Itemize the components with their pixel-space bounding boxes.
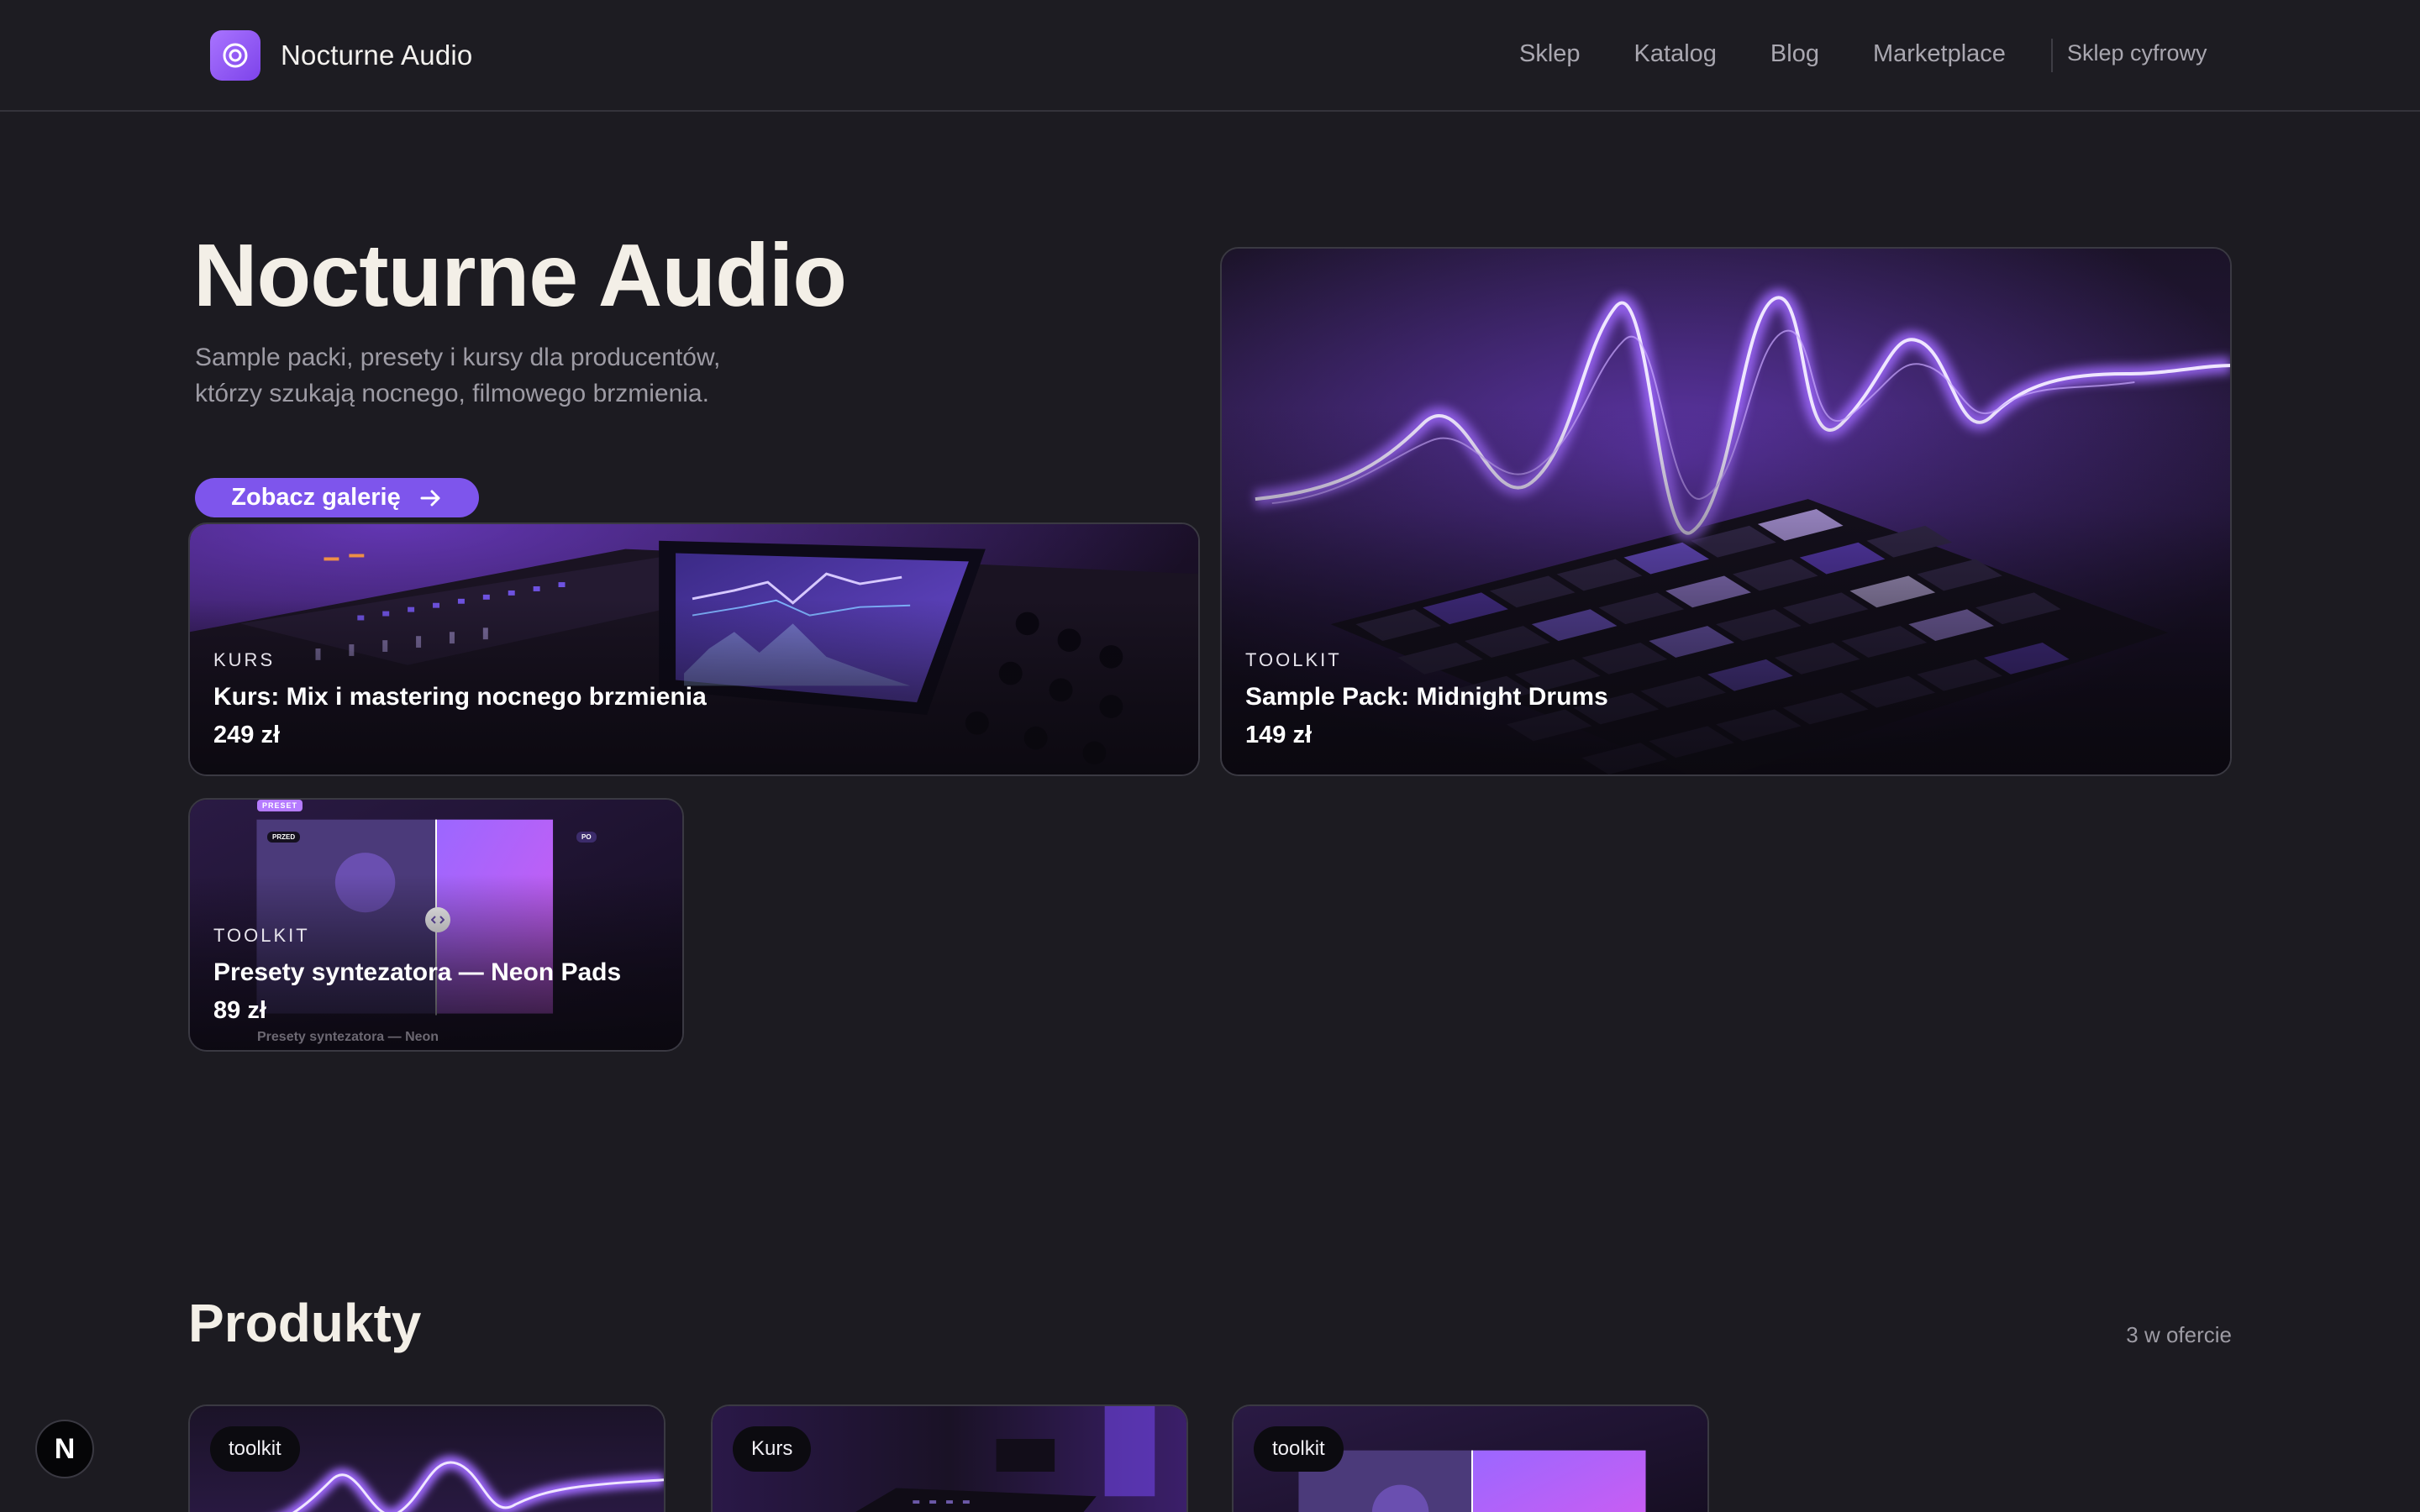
- card-kicker: KURS: [213, 649, 276, 670]
- card-price: 249 zł: [213, 722, 280, 748]
- card-kicker: TOOLKIT: [1245, 649, 1342, 670]
- products-heading: Produkty: [188, 1293, 422, 1353]
- card-title: Kurs: Mix i mastering nocnego brzmienia: [213, 683, 707, 711]
- product-tag: toolkit: [1254, 1426, 1344, 1472]
- featured-card-neon-pads[interactable]: PRESET PRZED PO Presety syntezatora — Ne…: [188, 798, 684, 1052]
- card-price: 149 zł: [1245, 722, 1312, 748]
- nav-link-katalog[interactable]: Katalog: [1634, 40, 1717, 68]
- card-title: Sample Pack: Midnight Drums: [1245, 683, 1608, 711]
- product-card-1[interactable]: toolkit: [188, 1404, 666, 1512]
- preset-before-label: PRZED: [267, 832, 301, 843]
- card-price: 89 zł: [213, 997, 266, 1024]
- main-menu: Sklep Katalog Blog Marketplace: [1519, 40, 2006, 68]
- hero-subtitle: Sample packi, presety i kursy dla produc…: [195, 344, 721, 407]
- card-title: Presety syntezatora — Neon Pads: [213, 958, 622, 986]
- card-meta: TOOLKIT Sample Pack: Midnight Drums 149 …: [1245, 649, 1608, 749]
- featured-card-mix-course[interactable]: KURS Kurs: Mix i mastering nocnego brzmi…: [188, 522, 1200, 776]
- product-card-3[interactable]: toolkit: [1232, 1404, 1709, 1512]
- nav-divider: [2051, 39, 2053, 72]
- hero-title: Nocturne Audio: [193, 226, 847, 325]
- preset-tag: PRESET: [257, 800, 303, 811]
- products-count: 3 w ofercie: [2126, 1322, 2232, 1347]
- view-gallery-button[interactable]: Zobacz galerię: [195, 478, 479, 517]
- top-navbar: Nocturne Audio Sklep Katalog Blog Market…: [0, 0, 2420, 112]
- logo-icon: [210, 30, 260, 81]
- shop-label[interactable]: Sklep cyfrowy: [2067, 40, 2207, 66]
- framework-badge[interactable]: N: [35, 1420, 94, 1478]
- nav-link-marketplace[interactable]: Marketplace: [1873, 40, 2006, 68]
- view-gallery-label: Zobacz galerię: [231, 484, 401, 511]
- product-card-2[interactable]: Kurs: [711, 1404, 1188, 1512]
- nav-link-blog[interactable]: Blog: [1770, 40, 1819, 68]
- preset-caption: Presety syntezatora — Neon: [257, 1030, 439, 1044]
- featured-card-midnight-drums[interactable]: TOOLKIT Sample Pack: Midnight Drums 149 …: [1220, 247, 2232, 776]
- card-meta: TOOLKIT Presety syntezatora — Neon Pads …: [213, 925, 621, 1025]
- brand-link[interactable]: Nocturne Audio: [210, 30, 472, 81]
- product-tag: toolkit: [210, 1426, 300, 1472]
- nav-link-sklep[interactable]: Sklep: [1519, 40, 1581, 68]
- brand-name: Nocturne Audio: [281, 39, 473, 71]
- card-kicker: TOOLKIT: [213, 925, 310, 946]
- arrow-right-icon: [420, 490, 440, 506]
- preset-after-label: PO: [576, 832, 597, 843]
- product-tag: Kurs: [733, 1426, 812, 1472]
- card-meta: KURS Kurs: Mix i mastering nocnego brzmi…: [213, 649, 707, 749]
